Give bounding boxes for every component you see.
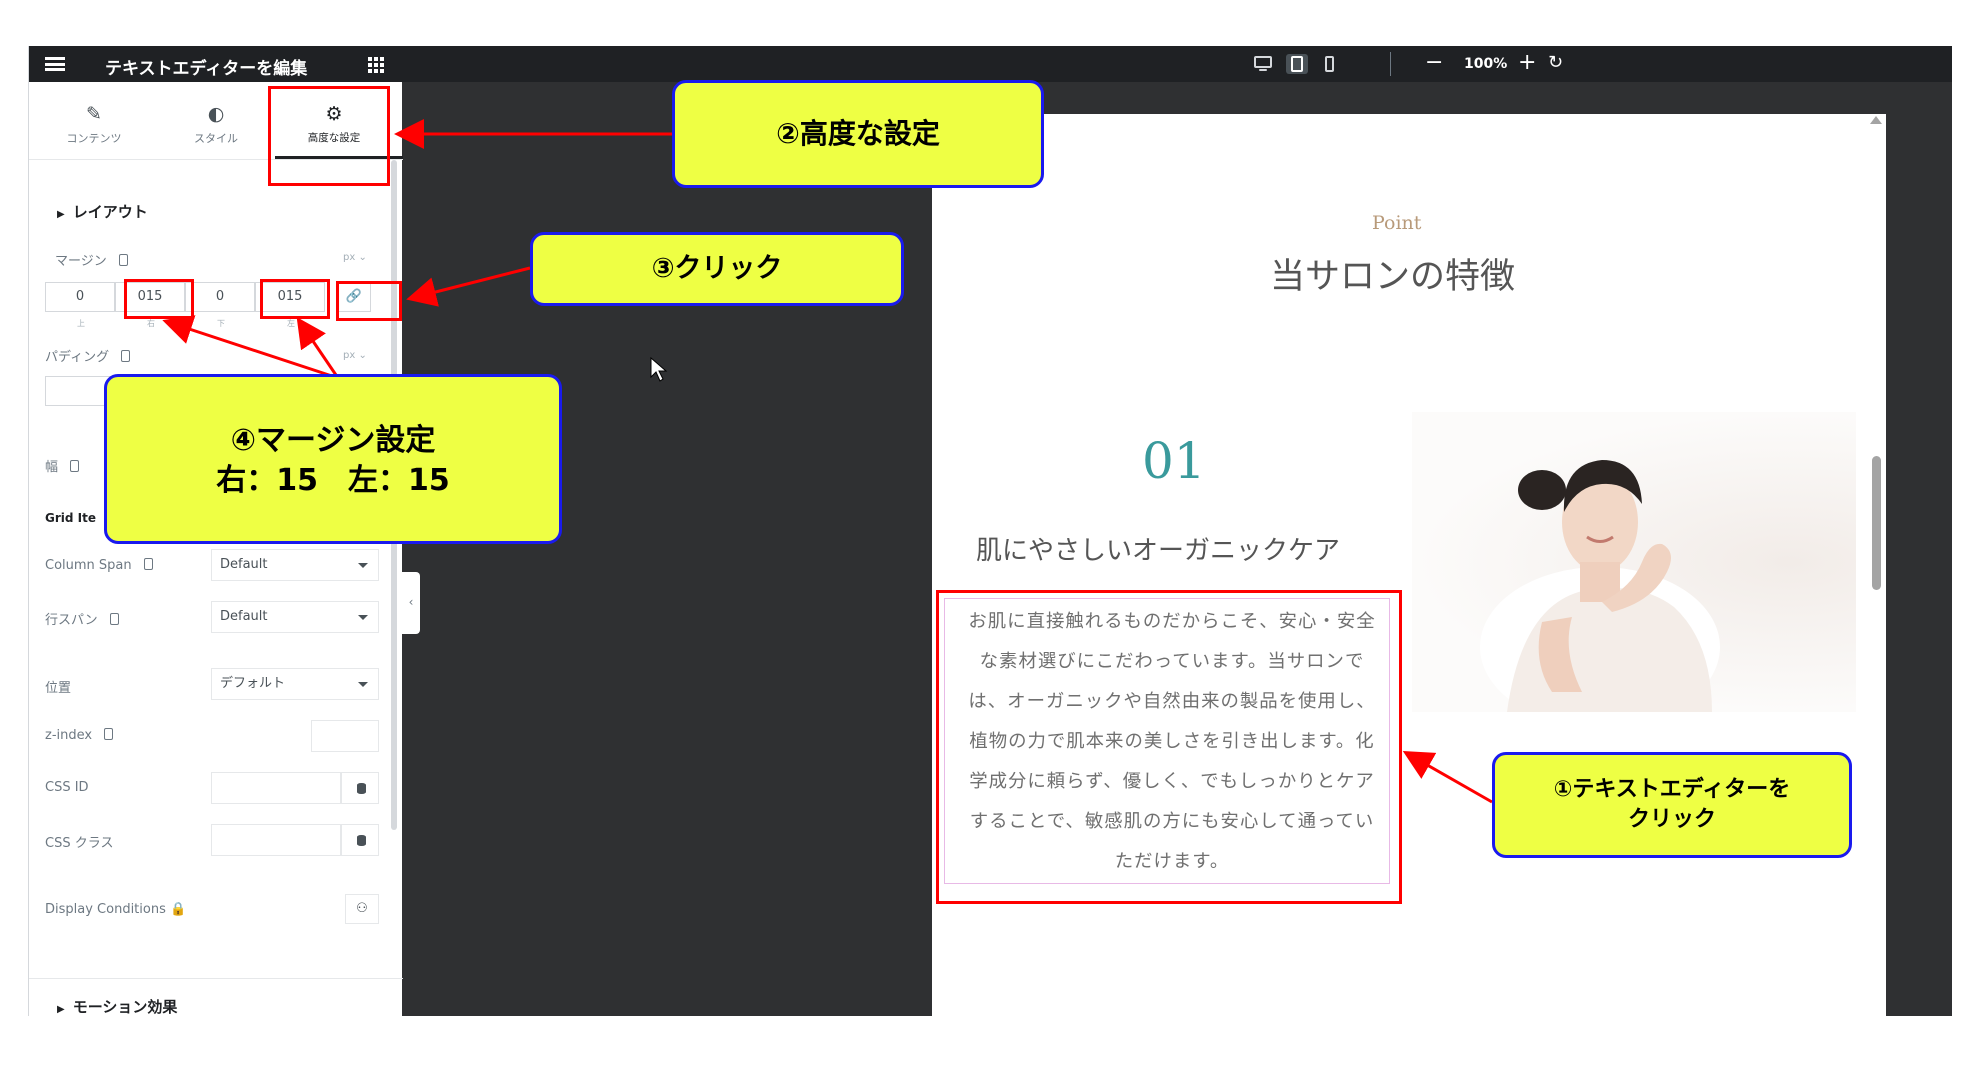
css-id-label: CSS ID <box>45 780 89 795</box>
css-id-input[interactable] <box>211 772 341 804</box>
css-class-label: CSS クラス <box>45 836 114 851</box>
padding-unit-select[interactable]: px ⌄ <box>343 350 367 361</box>
margin-top-input[interactable]: 0 <box>45 282 115 312</box>
margin-caption-right: 右 <box>147 319 155 328</box>
canvas-top-bar: − 100% + ↻ <box>402 46 1952 82</box>
point-label: Point <box>1372 212 1422 234</box>
grid-item-label: Grid Ite <box>45 511 96 525</box>
model-photo <box>1412 412 1856 712</box>
position-value: デフォルト <box>220 676 286 691</box>
width-label-text: 幅 <box>45 460 59 475</box>
dynamic-tags-icon[interactable] <box>341 772 379 804</box>
column-span-select[interactable]: Default <box>211 549 379 581</box>
position-label: 位置 <box>45 681 72 696</box>
row-span-label-text: 行スパン <box>45 613 98 628</box>
layout-section-toggle[interactable]: ▶ レイアウト <box>57 201 148 222</box>
tab-style[interactable]: ◐ スタイル <box>161 102 271 162</box>
desktop-icon[interactable] <box>1252 54 1274 74</box>
zindex-label-text: z-index <box>45 728 93 743</box>
dynamic-tags-icon[interactable] <box>341 824 379 856</box>
hamburger-menu-icon[interactable] <box>45 57 65 71</box>
position-select[interactable]: デフォルト <box>211 668 379 700</box>
mouse-cursor-icon <box>650 357 668 382</box>
tab-content-label: コンテンツ <box>66 132 122 145</box>
responsive-device-icon[interactable] <box>118 254 128 266</box>
zindex-input[interactable] <box>311 720 379 752</box>
highlight-advanced-tab <box>268 86 390 186</box>
highlight-text-editor <box>936 590 1402 904</box>
layout-section-title: レイアウト <box>72 203 148 221</box>
column-span-label-text: Column Span <box>45 558 132 573</box>
contrast-icon: ◐ <box>207 103 225 125</box>
highlight-link-button <box>336 281 402 321</box>
margin-caption-left: 左 <box>287 319 295 328</box>
responsive-device-icon[interactable] <box>143 558 153 570</box>
lock-icon: 🔒 <box>170 902 187 917</box>
margin-label-text: マージン <box>55 254 107 269</box>
mobile-icon[interactable] <box>1318 54 1340 74</box>
width-label: 幅 <box>45 456 80 475</box>
display-conditions-label: Display Conditions 🔒 <box>45 902 186 917</box>
zoom-out-button[interactable]: − <box>1425 50 1443 75</box>
chevron-down-icon <box>358 682 368 687</box>
callout-step4-line1: ④マージン設定 <box>230 423 436 458</box>
css-class-input[interactable] <box>211 824 341 856</box>
row-span-value: Default <box>220 609 268 624</box>
panel-title: テキストエディターを編集 <box>105 59 308 79</box>
feature-number: 01 <box>1142 432 1206 490</box>
margin-caption-bottom: 下 <box>217 319 225 328</box>
callout-step2: ②高度な設定 <box>672 80 1044 188</box>
caret-right-icon: ▶ <box>57 1004 65 1015</box>
responsive-device-icon[interactable] <box>121 350 131 362</box>
responsive-device-icon[interactable] <box>70 460 80 472</box>
responsive-device-icon[interactable] <box>109 613 119 625</box>
section-divider <box>29 978 403 979</box>
callout-step3: ③クリック <box>530 232 904 306</box>
motion-section-toggle[interactable]: ▶ モーション効果 <box>57 996 177 1017</box>
column-span-value: Default <box>220 557 268 572</box>
highlight-margin-right <box>124 279 194 319</box>
tab-style-label: スタイル <box>194 132 238 145</box>
responsive-device-icon[interactable] <box>104 728 114 740</box>
callout-step1: ①テキストエディターを クリック <box>1492 752 1852 858</box>
caret-right-icon: ▶ <box>57 209 65 220</box>
padding-label: パディング <box>45 346 131 365</box>
section-title: 当サロンの特徴 <box>1270 257 1516 297</box>
feature-heading[interactable]: 肌にやさしいオーガニックケア <box>976 530 1340 567</box>
column-span-label: Column Span <box>45 558 153 573</box>
tab-content[interactable]: ✎ コンテンツ <box>39 102 149 162</box>
row-span-label: 行スパン <box>45 609 119 628</box>
tablet-icon[interactable] <box>1286 54 1308 74</box>
scroll-up-arrow-icon[interactable] <box>1870 116 1882 124</box>
zoom-in-button[interactable]: + <box>1518 50 1536 75</box>
padding-label-text: パディング <box>45 350 110 365</box>
motion-section-title: モーション効果 <box>72 998 178 1016</box>
screenshot-stage: − 100% + ↻ Point 当サロンの特徴 01 肌にやさしいオーガニック… <box>0 0 1980 1080</box>
sidebar-header: テキストエディターを編集 <box>29 46 403 82</box>
padding-unit: px <box>343 350 356 361</box>
pencil-icon: ✎ <box>86 103 102 125</box>
row-span-select[interactable]: Default <box>211 601 379 633</box>
zoom-level: 100% <box>1464 56 1508 72</box>
margin-label: マージン <box>55 250 128 269</box>
display-conditions-icon[interactable]: ⚇ <box>345 894 379 924</box>
widgets-grid-icon[interactable] <box>368 57 384 73</box>
toolbar-separator <box>1390 52 1391 76</box>
collapse-panel-button[interactable]: ‹ <box>402 572 420 634</box>
zoom-reset-icon[interactable]: ↻ <box>1548 52 1563 73</box>
margin-caption-top: 上 <box>77 319 85 328</box>
margin-unit-select[interactable]: px ⌄ <box>343 252 367 263</box>
chevron-down-icon <box>358 615 368 620</box>
chevron-down-icon <box>358 563 368 568</box>
callout-step4-line2: 右：15 左：15 <box>216 463 450 498</box>
zindex-label: z-index <box>45 728 114 743</box>
margin-unit: px <box>343 252 356 263</box>
display-conditions-text: Display Conditions <box>45 902 166 917</box>
highlight-margin-left <box>260 279 330 319</box>
callout-step4: ④マージン設定 右：15 左：15 <box>104 374 562 544</box>
preview-scrollbar[interactable] <box>1872 456 1881 590</box>
margin-bottom-input[interactable]: 0 <box>185 282 255 312</box>
